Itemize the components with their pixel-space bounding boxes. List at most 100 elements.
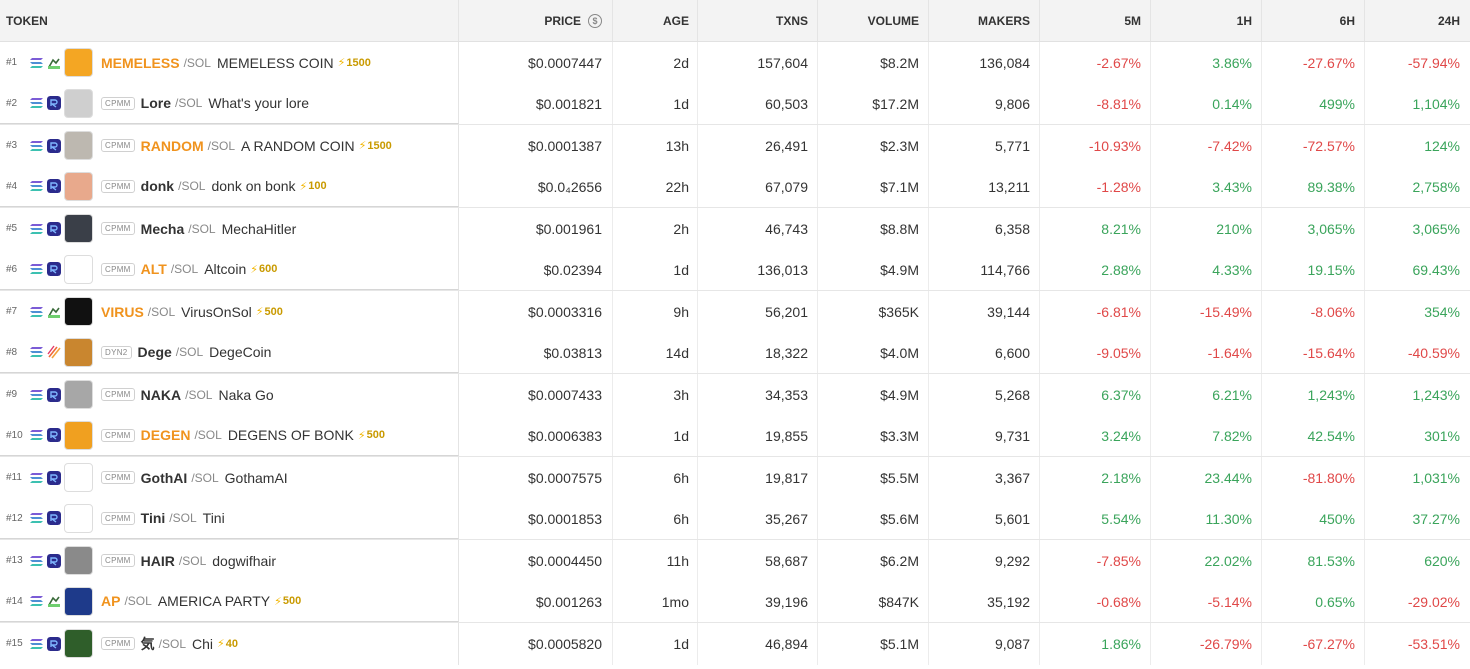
makers-cell: 9,292 (929, 540, 1040, 582)
rank-label: #3 (6, 140, 18, 152)
volume-cell: $5.5M (818, 457, 929, 499)
volume-cell: $847K (818, 581, 929, 622)
token-cell[interactable]: #2 CPMM Lore/SOL What's your lore (0, 83, 459, 124)
solana-chain-icon (30, 98, 43, 109)
token-cell[interactable]: #5 CPMM Mecha/SOL MechaHitler (0, 208, 459, 250)
change-1h-cell: 0.14% (1151, 83, 1262, 124)
change-5m-cell: 1.86% (1040, 623, 1151, 665)
volume-cell: $4.9M (818, 249, 929, 290)
table-row[interactable]: #6 CPMM ALT/SOL Altcoin ⚡ 600 $0.02394 1d 136,01… (0, 249, 1470, 291)
table-row[interactable]: #15 CPMM 気/SOL Chi ⚡ 40 $0.0005820 1d 46,894 $5.1… (0, 623, 1470, 665)
header-age[interactable]: AGE (613, 0, 698, 41)
change-5m-cell: 3.24% (1040, 415, 1151, 456)
pool-type-badge: CPMM (101, 262, 135, 276)
price-cell: $0.0003316 (459, 291, 613, 333)
change-5m-cell: -6.81% (1040, 291, 1151, 333)
token-avatar (64, 463, 93, 493)
header-volume[interactable]: VOLUME (818, 0, 929, 41)
price-cell: $0.001961 (459, 208, 613, 250)
solana-chain-icon (30, 223, 43, 234)
pool-type-badge: CPMM (101, 179, 135, 193)
token-cell[interactable]: #14 AP/SOL AMERICA PARTY ⚡ 500 (0, 581, 459, 622)
change-1h-cell: -7.42% (1151, 125, 1262, 167)
token-cell[interactable]: #6 CPMM ALT/SOL Altcoin ⚡ 600 (0, 249, 459, 290)
change-1h-cell: 22.02% (1151, 540, 1262, 582)
table-row[interactable]: #9 CPMM NAKA/SOL Naka Go $0.0007433 3h 34,353 $… (0, 374, 1470, 416)
change-6h-cell: 19.15% (1262, 249, 1365, 290)
table-row[interactable]: #8 DYN2 Dege/SOL DegeCoin $0.03813 14d 18,322 $… (0, 332, 1470, 374)
table-row[interactable]: #10 CPMM DEGEN/SOL DEGENS OF BONK ⚡ 500 $0.000… (0, 415, 1470, 457)
table-row[interactable]: #1 MEMELESS/SOL MEMELESS COIN ⚡ 1500 $0.00074… (0, 42, 1470, 84)
quote-symbol: /SOL (170, 262, 199, 277)
token-cell[interactable]: #10 CPMM DEGEN/SOL DEGENS OF BONK ⚡ 500 (0, 415, 459, 456)
quote-symbol: /SOL (175, 345, 204, 360)
age-cell: 9h (613, 291, 698, 333)
change-5m-cell: -7.85% (1040, 540, 1151, 582)
token-cell[interactable]: #11 CPMM GothAI/SOL GothamAI (0, 457, 459, 499)
token-cell[interactable]: #8 DYN2 Dege/SOL DegeCoin (0, 332, 459, 373)
price-cell: $0.02394 (459, 249, 613, 290)
token-cell[interactable]: #15 CPMM 気/SOL Chi ⚡ 40 (0, 623, 459, 665)
currency-toggle-icon[interactable]: $ (588, 13, 602, 28)
volume-cell: $8.2M (818, 42, 929, 84)
price-cell: $0.0007433 (459, 374, 613, 416)
table-row[interactable]: #5 CPMM Mecha/SOL MechaHitler $0.001961 2h 46,… (0, 208, 1470, 250)
volume-cell: $5.1M (818, 623, 929, 665)
header-5m[interactable]: 5M (1040, 0, 1151, 41)
lightning-icon: ⚡ (217, 638, 225, 651)
makers-cell: 39,144 (929, 291, 1040, 333)
header-makers[interactable]: MAKERS (929, 0, 1040, 41)
table-row[interactable]: #2 CPMM Lore/SOL What's your lore $0.001821 1… (0, 83, 1470, 125)
raydium-dex-icon (47, 387, 61, 402)
token-cell[interactable]: #9 CPMM NAKA/SOL Naka Go (0, 374, 459, 416)
lightning-icon: ⚡ (358, 140, 367, 153)
change-24h-cell: 354% (1424, 303, 1460, 320)
quote-symbol: /SOL (169, 511, 197, 526)
header-price[interactable]: PRICE $ (459, 0, 613, 41)
change-5m-cell: 8.21% (1040, 208, 1151, 250)
token-name: DegeCoin (209, 344, 272, 361)
quote-symbol: /SOL (191, 470, 219, 485)
change-6h-cell: -72.57% (1262, 125, 1365, 167)
table-row[interactable]: #4 CPMM donk/SOL donk on bonk ⚡ 100 $0.0₄2656 2… (0, 166, 1470, 208)
header-txns[interactable]: TXNS (698, 0, 818, 41)
token-cell[interactable]: #13 CPMM HAIR/SOL dogwifhair (0, 540, 459, 582)
header-24h[interactable]: 24H (1365, 0, 1470, 41)
change-1h-cell: 210% (1151, 208, 1262, 250)
table-row[interactable]: #3 CPMM RANDOM/SOL A RANDOM COIN ⚡ 1500 $0.000… (0, 125, 1470, 167)
table-row[interactable]: #7 VIRUS/SOL VirusOnSol ⚡ 500 $0.0003316 9h 56,… (0, 291, 1470, 333)
token-cell[interactable]: #7 VIRUS/SOL VirusOnSol ⚡ 500 (0, 291, 459, 333)
token-symbol: Dege (137, 344, 172, 361)
age-cell: 22h (613, 166, 698, 207)
table-row[interactable]: #14 AP/SOL AMERICA PARTY ⚡ 500 $0.001263 1mo 39… (0, 581, 1470, 623)
txns-cell: 67,079 (698, 166, 818, 207)
token-avatar (64, 214, 93, 244)
change-1h-cell: 6.21% (1151, 374, 1262, 416)
pumpswap-dex-icon (47, 55, 61, 70)
raydium-dex-icon (47, 96, 61, 111)
header-1h[interactable]: 1H (1151, 0, 1262, 41)
quote-symbol: /SOL (175, 96, 203, 111)
token-cell[interactable]: #1 MEMELESS/SOL MEMELESS COIN ⚡ 1500 (0, 42, 459, 84)
token-cell[interactable]: #4 CPMM donk/SOL donk on bonk ⚡ 100 (0, 166, 459, 207)
table-row[interactable]: #13 CPMM HAIR/SOL dogwifhair $0.0004450 11h 58… (0, 540, 1470, 582)
change-6h-cell: 81.53% (1262, 540, 1365, 582)
token-symbol: Tini (140, 510, 166, 527)
table-row[interactable]: #12 CPMM Tini/SOL Tini $0.0001853 6h 35,267 $5.… (0, 498, 1470, 540)
boost-badge: ⚡ 600 (250, 263, 278, 276)
table-row[interactable]: #11 CPMM GothAI/SOL GothamAI $0.0007575 6h 19,… (0, 457, 1470, 499)
txns-cell: 19,817 (698, 457, 818, 499)
txns-cell: 136,013 (698, 249, 818, 290)
header-token[interactable]: TOKEN (0, 0, 459, 41)
change-1h-cell: -26.79% (1151, 623, 1262, 665)
change-6h-cell: -27.67% (1262, 42, 1365, 84)
change-24h-cell: 1,031% (1412, 469, 1460, 486)
makers-cell: 9,087 (929, 623, 1040, 665)
token-cell[interactable]: #3 CPMM RANDOM/SOL A RANDOM COIN ⚡ 1500 (0, 125, 459, 167)
solana-chain-icon (30, 513, 43, 524)
header-6h[interactable]: 6H (1262, 0, 1365, 41)
token-cell[interactable]: #12 CPMM Tini/SOL Tini (0, 498, 459, 539)
change-24h-cell: 37.27% (1412, 510, 1460, 527)
rank-label: #15 (6, 638, 23, 650)
age-cell: 6h (613, 457, 698, 499)
